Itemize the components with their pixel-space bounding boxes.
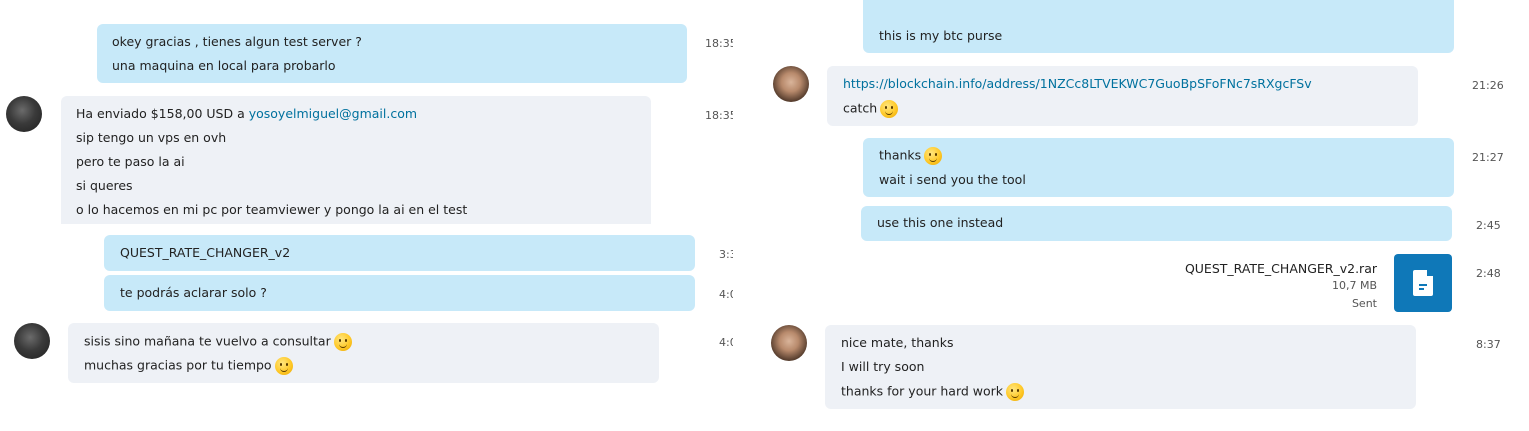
message-text: sip tengo un vps en ovh <box>76 130 227 145</box>
smiley-icon <box>333 333 352 351</box>
message-bubble-outgoing[interactable]: this is my btc purse <box>863 0 1454 53</box>
payment-text: Ha enviado $158,00 USD a <box>76 106 249 121</box>
smiley-icon <box>880 100 899 118</box>
contact-avatar[interactable] <box>771 325 807 361</box>
message-text: te podrás aclarar solo ? <box>120 285 267 300</box>
message-timestamp: 2:45 <box>1476 219 1501 232</box>
message-text: I will try soon <box>841 359 925 374</box>
message-bubble-incoming[interactable]: Ha enviado $158,00 USD a yosoyelmiguel@g… <box>61 96 651 224</box>
message-text: this is my btc purse <box>879 28 1003 43</box>
message-timestamp: 3:3 <box>719 248 733 261</box>
message-timestamp: 21:27 <box>1472 151 1504 164</box>
message-timestamp: 21:26 <box>1472 79 1504 92</box>
message-bubble-outgoing[interactable]: te podrás aclarar solo ? <box>104 275 695 311</box>
contact-avatar[interactable] <box>14 323 50 359</box>
message-text: use this one instead <box>877 215 1004 230</box>
contact-avatar[interactable] <box>773 66 809 102</box>
message-timestamp: 2:48 <box>1476 267 1501 280</box>
smiley-icon <box>924 147 943 165</box>
message-line: thanks for your hard work <box>841 383 1025 401</box>
message-timestamp: 18:35 <box>705 109 733 122</box>
message-timestamp: 4:0 <box>719 288 733 301</box>
message-bubble-outgoing[interactable]: thanks wait i send you the tool <box>863 138 1454 197</box>
file-size: 10,7 MB <box>1331 279 1377 292</box>
message-timestamp: 4:0 <box>719 336 733 349</box>
message-bubble-outgoing[interactable]: use this one instead <box>861 206 1452 241</box>
message-line: thanks <box>879 147 943 165</box>
message-text: pero te paso la ai <box>76 154 185 169</box>
message-text: sisis sino mañana te vuelvo a consultar <box>84 333 331 349</box>
email-link[interactable]: yosoyelmiguel@gmail.com <box>249 106 417 121</box>
message-line: sisis sino mañana te vuelvo a consultar <box>84 333 352 351</box>
contact-avatar[interactable] <box>6 96 42 132</box>
btc-address-link[interactable]: https://blockchain.info/address/1NZCc8LT… <box>843 76 1312 92</box>
message-text: QUEST_RATE_CHANGER_v2 <box>120 245 291 260</box>
file-name: QUEST_RATE_CHANGER_v2.rar <box>1184 261 1377 276</box>
file-icon[interactable] <box>1394 254 1452 312</box>
message-timestamp: 18:35 <box>705 37 733 50</box>
message-line: muchas gracias por tu tiempo <box>84 357 293 375</box>
file-status: Sent <box>1351 297 1377 310</box>
right-chat-panel: this is my btc purse https://blockchain.… <box>760 0 1529 431</box>
message-bubble-incoming[interactable]: sisis sino mañana te vuelvo a consultar … <box>68 323 659 383</box>
smiley-icon <box>1006 383 1025 401</box>
message-text: thanks <box>879 147 922 163</box>
message-bubble-incoming[interactable]: https://blockchain.info/address/1NZCc8LT… <box>827 66 1418 126</box>
message-text: okey gracias , tienes algun test server … <box>112 34 362 49</box>
left-chat-panel: okey gracias , tienes algun test server … <box>0 0 733 431</box>
message-text: muchas gracias por tu tiempo <box>84 357 272 373</box>
payment-notice: Ha enviado $158,00 USD a yosoyelmiguel@g… <box>76 106 417 122</box>
message-bubble-incoming[interactable]: nice mate, thanks I will try soon thanks… <box>825 325 1416 409</box>
message-text: nice mate, thanks <box>841 335 954 350</box>
message-text: wait i send you the tool <box>879 172 1026 187</box>
message-text: una maquina en local para probarlo <box>112 58 336 73</box>
message-text: si queres <box>76 178 133 193</box>
message-bubble-outgoing[interactable]: okey gracias , tienes algun test server … <box>97 24 687 83</box>
message-text: catch <box>843 100 878 116</box>
message-line: catch <box>843 100 899 118</box>
message-text: o lo hacemos en mi pc por teamviewer y p… <box>76 202 468 217</box>
message-text: thanks for your hard work <box>841 383 1004 399</box>
message-bubble-outgoing[interactable]: QUEST_RATE_CHANGER_v2 <box>104 235 695 271</box>
message-timestamp: 8:37 <box>1476 338 1501 351</box>
smiley-icon <box>274 357 293 375</box>
